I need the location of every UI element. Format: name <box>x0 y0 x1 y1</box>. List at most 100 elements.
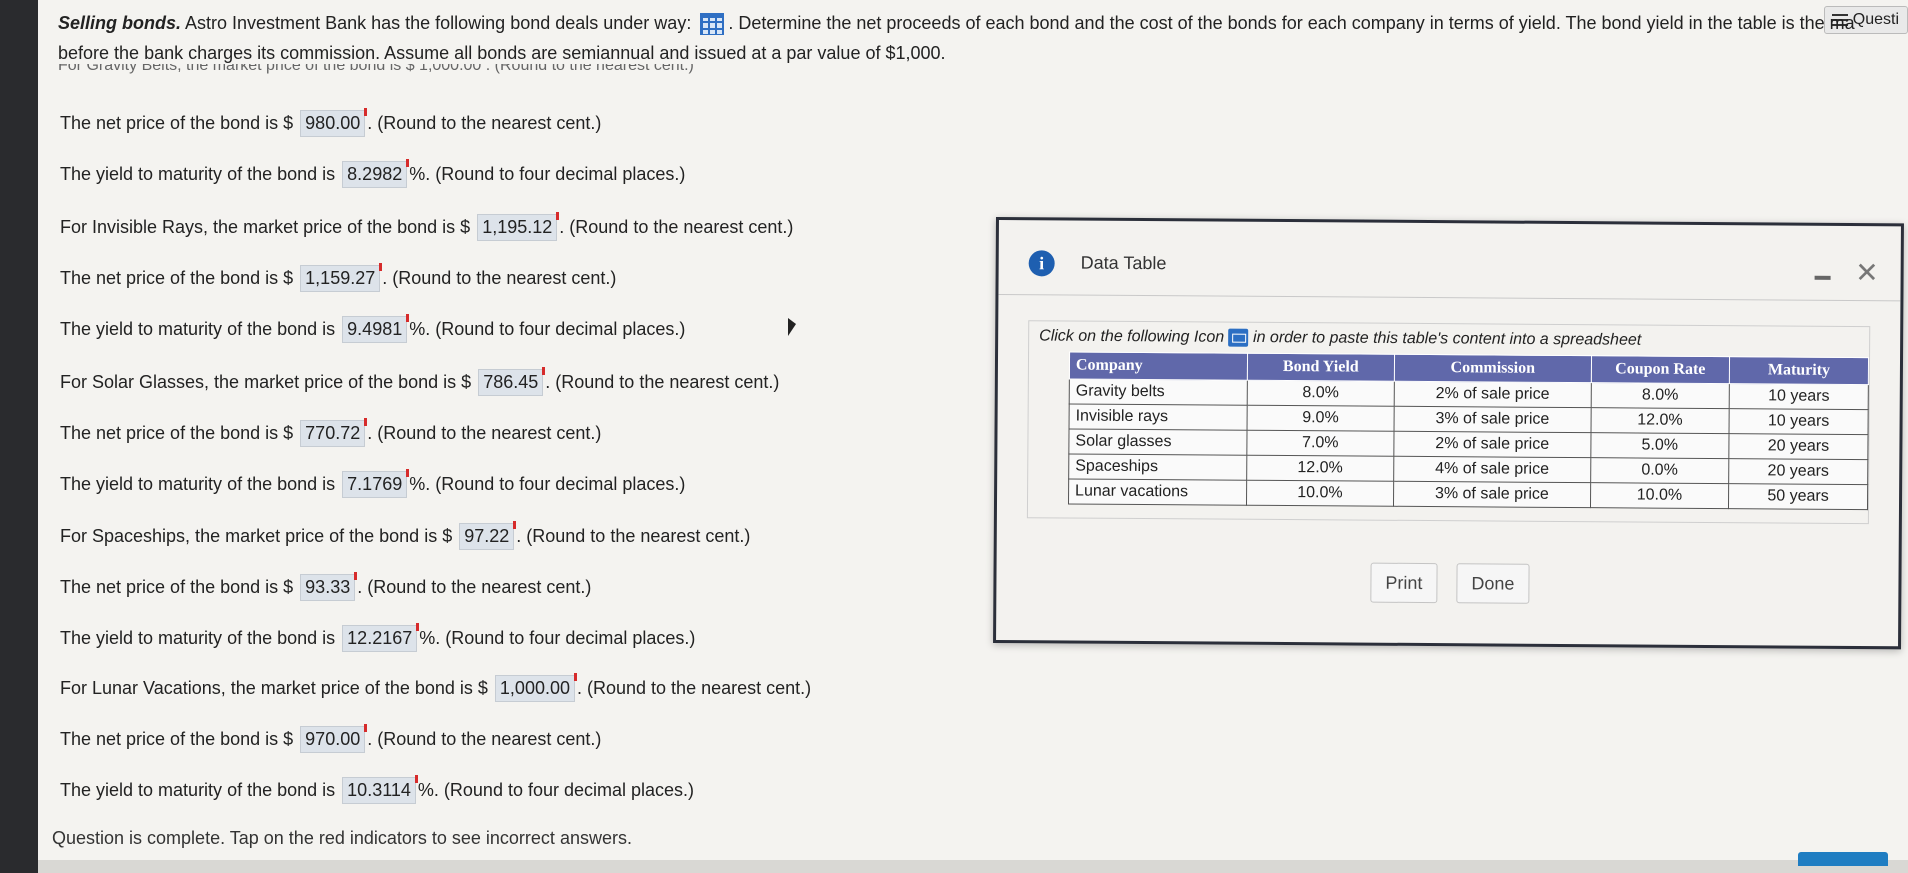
answer-row: The net price of the bond is $ 970.00. (… <box>60 724 602 753</box>
answer-field[interactable]: 786.45 <box>478 367 546 396</box>
answer-field[interactable]: 770.72 <box>300 418 368 447</box>
cut-off-line: For Gravity Belts, the market price of t… <box>58 64 694 74</box>
answer-field[interactable]: 9.4981 <box>342 314 410 343</box>
paste-to-spreadsheet-icon[interactable] <box>1228 328 1249 347</box>
answer-field[interactable]: 1,159.27 <box>300 263 383 292</box>
answer-field[interactable]: 8.2982 <box>342 159 410 188</box>
try-again-button[interactable] <box>1798 852 1888 866</box>
table-cell: Spaceships <box>1068 454 1247 481</box>
close-icon[interactable]: ✕ <box>1855 256 1879 289</box>
answer-prompt: For Lunar Vacations, the market price of… <box>60 678 488 698</box>
table-cell: 20 years <box>1728 458 1868 485</box>
answer-row: For Lunar Vacations, the market price of… <box>60 673 812 702</box>
problem-title: Selling bonds. <box>58 13 182 33</box>
table-row: Lunar vacations 10.0% 3% of sale price 10.0… <box>1068 479 1868 510</box>
answer-prompt: For Invisible Rays, the market price of … <box>60 217 471 237</box>
answer-field[interactable]: 12.2167 <box>342 623 420 652</box>
answer-hint: %. (Round to four decimal places.) <box>419 628 696 648</box>
table-cell: 20 years <box>1728 433 1869 460</box>
problem-line2: before the bank charges its commission. … <box>58 43 946 63</box>
answer-field[interactable]: 1,195.12 <box>477 212 560 241</box>
data-table-dialog: i Data Table ✕ Click on the following Ic… <box>993 217 1904 650</box>
answer-row: The yield to maturity of the bond is 7.1… <box>60 469 686 498</box>
table-cell: 10 years <box>1729 383 1869 410</box>
answer-row: The net price of the bond is $ 1,159.27.… <box>60 263 617 292</box>
table-header: Maturity <box>1729 356 1869 385</box>
question-page: Questi Selling bonds. Astro Investment B… <box>38 0 1908 866</box>
left-bezel <box>0 0 38 873</box>
answer-hint: . (Round to the nearest cent.) <box>577 678 812 698</box>
answer-field[interactable]: 93.33 <box>300 572 358 601</box>
answer-prompt: The yield to maturity of the bond is <box>60 628 336 648</box>
paste-hint-pre: Click on the following Icon <box>1039 327 1225 346</box>
answer-hint: . (Round to the nearest cent.) <box>367 423 602 443</box>
table-cell: 12.0% <box>1246 455 1394 482</box>
answer-prompt: The net price of the bond is $ <box>60 268 294 288</box>
table-cell: Gravity belts <box>1069 379 1248 406</box>
table-header: Commission <box>1394 354 1592 383</box>
table-cell: 10.0% <box>1246 480 1394 507</box>
problem-line1: Astro Investment Bank has the following … <box>181 13 697 33</box>
table-cell: 8.0% <box>1590 382 1730 409</box>
answer-prompt: The net price of the bond is $ <box>60 113 294 133</box>
info-icon: i <box>1028 250 1055 277</box>
answer-row: The yield to maturity of the bond is 10.… <box>60 775 695 804</box>
table-cell: 50 years <box>1728 483 1868 510</box>
dialog-title: Data Table <box>1080 252 1167 274</box>
answer-hint: . (Round to the nearest cent.) <box>559 217 794 237</box>
answer-hint: %. (Round to four decimal places.) <box>409 164 686 184</box>
table-cell: 9.0% <box>1246 405 1395 432</box>
minimize-icon[interactable] <box>1814 275 1831 280</box>
answer-field[interactable]: 970.00 <box>300 724 368 753</box>
answer-field[interactable]: 10.3114 <box>342 775 418 804</box>
answer-hint: . (Round to the nearest cent.) <box>367 729 602 749</box>
answer-row: The yield to maturity of the bond is 9.4… <box>60 314 686 343</box>
answer-hint: . (Round to the nearest cent.) <box>545 372 780 392</box>
table-cell: 2% of sale price <box>1393 431 1591 458</box>
answer-row: The net price of the bond is $ 770.72. (… <box>60 418 602 447</box>
answer-row: The yield to maturity of the bond is 8.2… <box>60 159 686 188</box>
answer-hint: . (Round to the nearest cent.) <box>357 577 592 597</box>
table-cell: 10.0% <box>1590 482 1729 509</box>
answer-prompt: The net price of the bond is $ <box>60 577 294 597</box>
completion-status: Question is complete. Tap on the red ind… <box>52 828 632 848</box>
answer-field[interactable]: 980.00 <box>300 108 368 137</box>
table-container: Click on the following Icon in order to … <box>1026 320 1871 525</box>
answer-field[interactable]: 97.22 <box>459 521 517 550</box>
answer-prompt: For Spaceships, the market price of the … <box>60 526 453 546</box>
answer-hint: %. (Round to four decimal places.) <box>417 780 695 800</box>
table-cell: 7.0% <box>1246 430 1395 457</box>
answer-hint: . (Round to the nearest cent.) <box>516 526 751 546</box>
table-cell: Lunar vacations <box>1068 479 1247 506</box>
table-header: Bond Yield <box>1247 353 1395 382</box>
bond-data-table: Company Bond Yield Commission Coupon Rate Ma… <box>1068 352 1869 511</box>
done-button[interactable]: Done <box>1456 563 1530 604</box>
table-cell: Invisible rays <box>1069 404 1247 431</box>
answer-row: For Solar Glasses, the market price of t… <box>60 367 780 396</box>
answer-prompt: For Solar Glasses, the market price of t… <box>60 372 472 392</box>
answer-row: For Invisible Rays, the market price of … <box>60 212 794 241</box>
table-cell: 3% of sale price <box>1394 406 1591 433</box>
answer-row: The net price of the bond is $ 980.00. (… <box>60 108 601 137</box>
table-cell: 12.0% <box>1590 407 1730 434</box>
answer-row: The yield to maturity of the bond is 12.… <box>60 623 696 652</box>
answer-row: The net price of the bond is $ 93.33. (R… <box>60 572 592 601</box>
problem-statement: Selling bonds. Astro Investment Bank has… <box>58 8 1888 68</box>
answer-prompt: The yield to maturity of the bond is <box>60 474 336 494</box>
data-table-icon[interactable] <box>700 13 725 36</box>
answer-hint: %. (Round to four decimal places.) <box>409 474 686 494</box>
answer-row: For Spaceships, the market price of the … <box>60 521 751 550</box>
answer-field[interactable]: 7.1769 <box>342 469 410 498</box>
paste-hint: Click on the following Icon in order to … <box>1039 327 1641 349</box>
mouse-cursor-icon <box>788 318 796 336</box>
paste-hint-post: in order to paste this table's content i… <box>1252 329 1642 349</box>
table-header: Coupon Rate <box>1590 355 1730 384</box>
answer-field[interactable]: 1,000.00 <box>494 673 578 702</box>
table-cell: 4% of sale price <box>1393 456 1591 483</box>
answer-hint: %. (Round to four decimal places.) <box>409 319 686 339</box>
table-cell: 10 years <box>1729 408 1869 435</box>
answer-hint: . (Round to the nearest cent.) <box>382 268 617 288</box>
table-header: Company <box>1069 352 1248 381</box>
print-button[interactable]: Print <box>1370 562 1438 604</box>
table-cell: Solar glasses <box>1068 429 1247 456</box>
